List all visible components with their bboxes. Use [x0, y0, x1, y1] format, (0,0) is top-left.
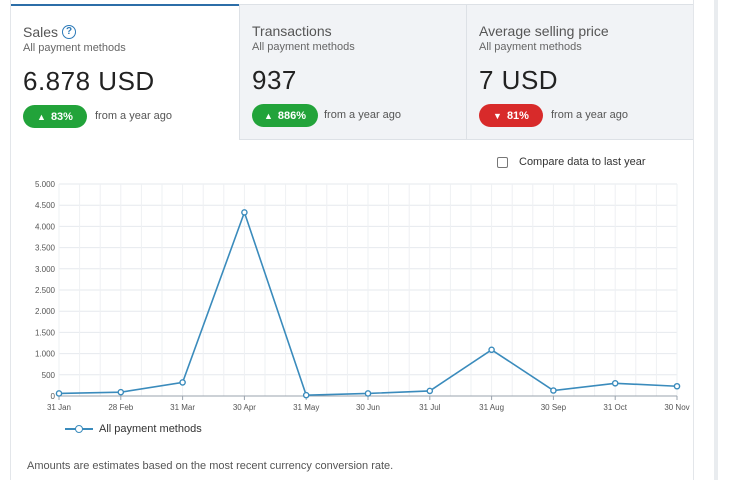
kpi-tab-sales[interactable]: Sales ? All payment methods 6.878 USD ▲ 8… — [11, 4, 239, 140]
data-point — [241, 209, 248, 216]
data-point — [488, 346, 495, 354]
kpi-tab-transactions[interactable]: Transactions All payment methods 937 ▲ 88… — [239, 4, 466, 140]
compare-toggle[interactable]: Compare data to last year — [497, 156, 646, 168]
compare-label: Compare data to last year — [519, 156, 646, 168]
kpi-value: 6.878 USD — [23, 66, 155, 96]
kpi-subtitle: All payment methods — [479, 41, 582, 53]
y-tick-label: 2.000 — [35, 307, 56, 316]
x-tick-label: 31 Jan — [47, 403, 71, 412]
arrow-up-icon: ▲ — [37, 111, 46, 122]
kpi-value: 7 USD — [479, 65, 559, 95]
y-tick-label: 500 — [42, 371, 56, 380]
arrow-up-icon: ▲ — [263, 110, 273, 121]
data-point — [302, 391, 310, 399]
kpi-subtitle: All payment methods — [23, 42, 126, 54]
x-tick-label: 30 Jun — [356, 403, 380, 412]
x-tick-label: 30 Apr — [233, 403, 256, 412]
x-tick-label: 31 Aug — [479, 403, 504, 412]
kpi-title: Sales — [23, 24, 59, 40]
sales-line-chart: 0 500 1.000 1.500 2.000 2.500 3.000 3.500 4.000 4… — [11, 172, 695, 442]
x-tick-label: 28 Feb — [108, 403, 133, 412]
change-note: from a year ago — [551, 109, 629, 121]
data-point — [364, 390, 372, 397]
data-point — [55, 390, 63, 397]
data-point — [117, 388, 125, 396]
kpi-tab-average-selling-price[interactable]: Average selling price All payment method… — [466, 4, 693, 140]
question-circle-icon[interactable]: ? — [62, 25, 77, 39]
data-point — [550, 387, 557, 394]
y-tick-label: 4.000 — [35, 222, 56, 231]
y-tick-label: 5.000 — [35, 180, 56, 189]
right-scroll-gutter — [694, 0, 733, 480]
y-tick-label: 0 — [51, 392, 56, 401]
y-tick-label: 2.500 — [35, 286, 56, 295]
scrollbar-track[interactable] — [714, 0, 718, 480]
change-badge-up: ▲ 886% — [252, 104, 318, 127]
x-tick-label: 31 May — [293, 403, 319, 412]
kpi-tabs: Sales ? All payment methods 6.878 USD ▲ 8… — [11, 4, 693, 140]
change-note: from a year ago — [324, 109, 402, 121]
x-tick-label: 30 Sep — [541, 403, 567, 412]
footnote: Amounts are estimates based on the most … — [27, 460, 394, 472]
chart-legend[interactable]: All payment methods — [65, 423, 202, 435]
kpi-title: Average selling price — [479, 23, 609, 39]
y-tick-label: 3.500 — [35, 244, 56, 253]
compare-checkbox[interactable] — [497, 156, 508, 168]
x-tick-label: 31 Mar — [170, 403, 195, 412]
change-note: from a year ago — [95, 110, 173, 122]
chart-svg: 0 500 1.000 1.500 2.000 2.500 3.000 3.500 4.000 4… — [35, 180, 690, 412]
x-tick-label: 31 Oct — [603, 403, 627, 412]
kpi-title: Transactions — [252, 23, 332, 39]
y-tick-label: 3.000 — [35, 265, 56, 274]
sales-panel: Sales ? All payment methods 6.878 USD ▲ 8… — [10, 0, 694, 480]
data-point — [426, 387, 434, 395]
y-tick-label: 1.500 — [35, 328, 56, 337]
data-point — [611, 379, 619, 387]
x-tick-label: 30 Nov — [664, 403, 689, 412]
legend-label: All payment methods — [99, 423, 202, 435]
y-tick-label: 1.000 — [35, 350, 56, 359]
data-point — [673, 382, 681, 390]
x-tick-label: 31 Jul — [419, 403, 441, 412]
kpi-subtitle: All payment methods — [252, 41, 355, 53]
arrow-down-icon: ▼ — [493, 110, 502, 121]
change-badge-down: ▼ 81% — [479, 104, 543, 127]
kpi-value: 937 — [252, 65, 297, 95]
legend-marker-icon — [65, 424, 93, 434]
y-tick-label: 4.500 — [35, 201, 56, 210]
change-badge-up: ▲ 83% — [23, 105, 87, 128]
data-point — [179, 379, 186, 386]
